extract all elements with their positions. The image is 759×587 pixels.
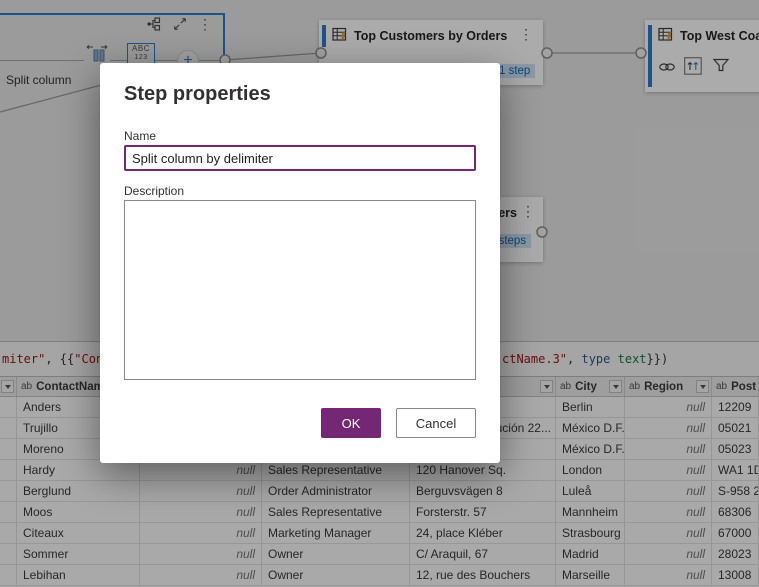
name-label: Name	[124, 129, 156, 143]
step-properties-dialog: Step properties Name Description OK Canc…	[100, 63, 500, 463]
cancel-button[interactable]: Cancel	[396, 408, 476, 438]
name-field[interactable]	[124, 145, 476, 171]
description-field[interactable]	[124, 200, 476, 380]
description-label: Description	[124, 184, 184, 198]
power-query-diagram-view: ⋮ Split column ABC 123 +	[0, 0, 759, 587]
ok-button[interactable]: OK	[321, 408, 381, 438]
dialog-title: Step properties	[124, 83, 271, 106]
